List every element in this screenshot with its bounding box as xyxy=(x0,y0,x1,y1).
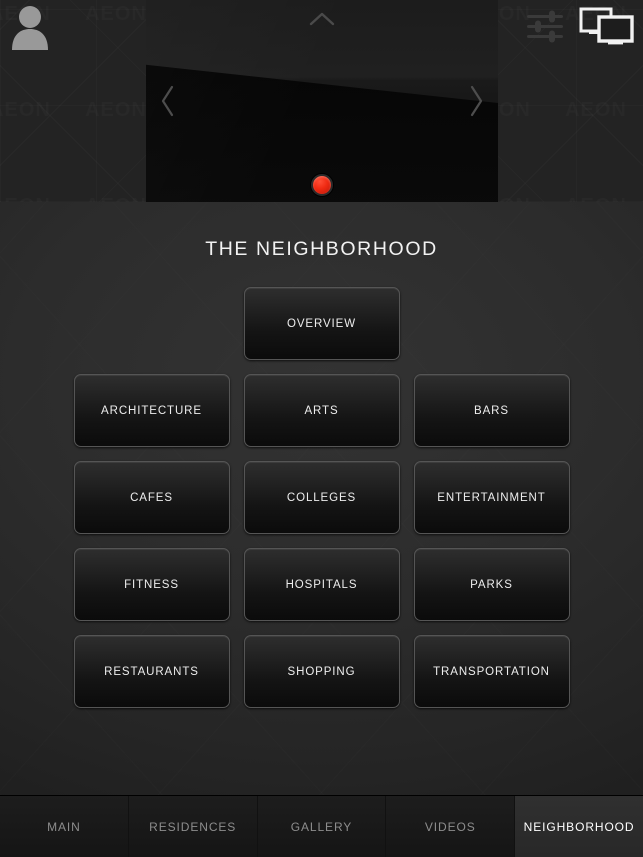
watermark-cell: AEON xyxy=(565,99,627,122)
chevron-right-icon[interactable] xyxy=(466,84,486,118)
chevron-left-glyph xyxy=(161,85,174,117)
category-tile-label: ARCHITECTURE xyxy=(101,404,202,417)
category-row: OVERVIEW xyxy=(72,287,572,360)
tab-label: NEIGHBORHOOD xyxy=(523,819,635,834)
category-tile-architecture[interactable]: ARCHITECTURE xyxy=(73,374,230,447)
category-tile-label: RESTAURANTS xyxy=(104,665,199,678)
category-tile-hospitals[interactable]: HOSPITALS xyxy=(243,548,400,621)
content-area: THE NEIGHBORHOOD OVERVIEW ARCHITECTURE ART… xyxy=(0,202,643,795)
category-tile-bars[interactable]: BARS xyxy=(413,374,570,447)
app-root: AEONAEONAEONAEONAEONAEONAEONAEONAEONAEON… xyxy=(0,0,643,857)
category-tile-parks[interactable]: PARKS xyxy=(413,548,570,621)
category-tile-restaurants[interactable]: RESTAURANTS xyxy=(73,635,230,708)
screen-mirror-glyph xyxy=(579,7,634,45)
tab-label: VIDEOS xyxy=(424,819,476,834)
category-tile-label: BARS xyxy=(474,404,509,417)
tab-videos[interactable]: VIDEOS xyxy=(386,796,516,857)
category-tile-entertainment[interactable]: ENTERTAINMENT xyxy=(413,461,570,534)
category-tile-colleges[interactable]: COLLEGES xyxy=(243,461,400,534)
category-row: RESTAURANTS SHOPPING TRANSPORTATION xyxy=(72,635,572,708)
chevron-left-icon[interactable] xyxy=(158,84,178,118)
avatar-glyph xyxy=(12,6,48,50)
tab-label: RESIDENCES xyxy=(149,819,237,834)
tab-gallery[interactable]: GALLERY xyxy=(257,796,387,857)
category-row: CAFES COLLEGES ENTERTAINMENT xyxy=(72,461,572,534)
category-button-grid: OVERVIEW ARCHITECTURE ARTS BARS CAFES COLLEGE… xyxy=(72,287,572,708)
watermark-cell: AEON xyxy=(565,195,627,203)
header-tool-group xyxy=(525,6,635,48)
record-button[interactable] xyxy=(311,174,333,196)
user-avatar-icon[interactable] xyxy=(8,4,52,50)
category-tile-overview[interactable]: OVERVIEW xyxy=(243,287,400,360)
watermark-cell: AEON xyxy=(0,99,51,122)
tab-main[interactable]: MAIN xyxy=(0,796,129,857)
category-tile-label: OVERVIEW xyxy=(287,317,356,330)
category-tile-label: PARKS xyxy=(470,578,513,591)
watermark-cell: AEON xyxy=(85,3,147,26)
category-tile-label: HOSPITALS xyxy=(285,578,358,591)
category-tile-fitness[interactable]: FITNESS xyxy=(73,548,230,621)
category-tile-cafes[interactable]: CAFES xyxy=(73,461,230,534)
page-title: THE NEIGHBORHOOD xyxy=(205,238,438,260)
tab-label: MAIN xyxy=(47,819,81,834)
tab-label: GALLERY xyxy=(290,819,353,834)
category-tile-label: COLLEGES xyxy=(286,491,357,504)
header-bar: AEONAEONAEONAEONAEONAEONAEONAEONAEONAEON… xyxy=(0,0,643,202)
category-tile-label: ARTS xyxy=(304,404,339,417)
category-tile-label: FITNESS xyxy=(124,578,179,591)
category-tile-label: SHOPPING xyxy=(287,665,356,678)
video-preview-panel[interactable] xyxy=(146,0,498,202)
category-tile-label: TRANSPORTATION xyxy=(433,665,550,678)
category-tile-arts[interactable]: ARTS xyxy=(243,374,400,447)
watermark-cell: AEON xyxy=(85,99,147,122)
category-row: FITNESS HOSPITALS PARKS xyxy=(72,548,572,621)
watermark-cell: AEON xyxy=(85,195,147,203)
category-tile-shopping[interactable]: SHOPPING xyxy=(243,635,400,708)
watermark-cell: AEON xyxy=(0,195,51,203)
tab-neighborhood[interactable]: NEIGHBORHOOD xyxy=(515,796,643,857)
chevron-right-glyph xyxy=(470,85,483,117)
chevron-up-glyph xyxy=(309,12,335,26)
category-tile-label: ENTERTAINMENT xyxy=(437,491,546,504)
video-sheen xyxy=(146,0,498,202)
tab-residences[interactable]: RESIDENCES xyxy=(128,796,258,857)
category-row: ARCHITECTURE ARTS BARS xyxy=(72,374,572,447)
chevron-up-icon[interactable] xyxy=(307,9,337,29)
settings-sliders-icon[interactable] xyxy=(525,6,565,46)
category-tile-transportation[interactable]: TRANSPORTATION xyxy=(413,635,570,708)
sliders-glyph xyxy=(527,10,563,43)
screen-mirror-icon[interactable] xyxy=(579,6,635,48)
bottom-tab-bar: MAIN RESIDENCES GALLERY VIDEOS NEIGHBORHOOD xyxy=(0,795,643,857)
category-tile-label: CAFES xyxy=(130,491,173,504)
